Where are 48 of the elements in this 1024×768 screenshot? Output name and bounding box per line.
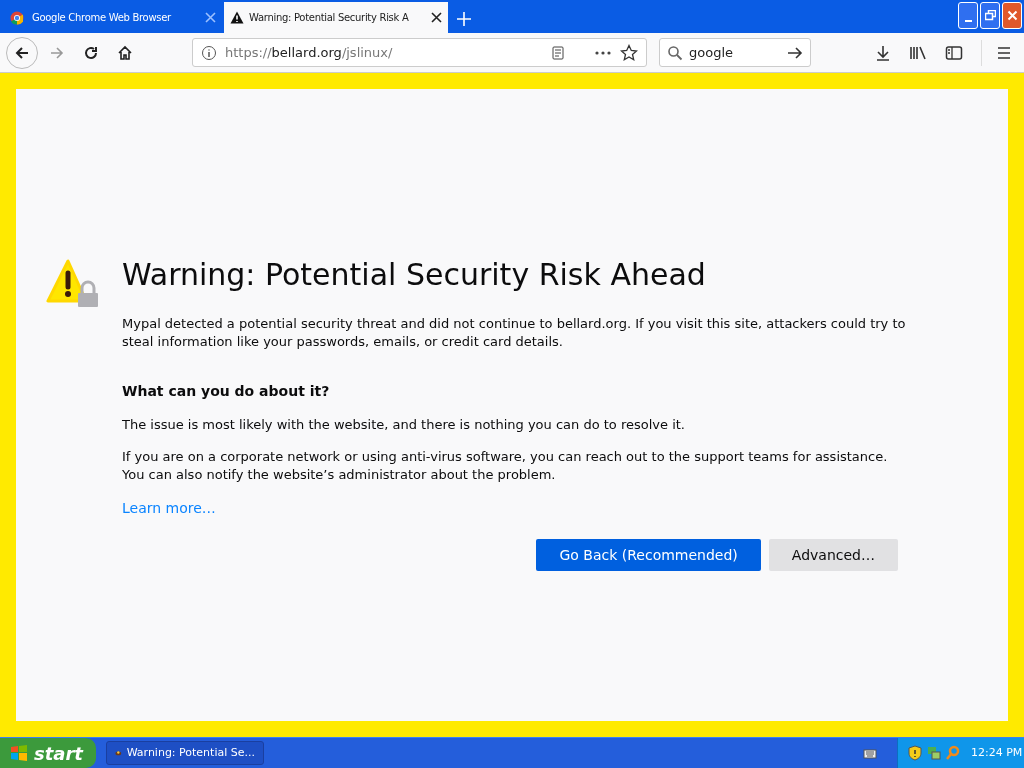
address-field[interactable]: https://bellard.org/jslinux/: [192, 38, 647, 67]
sidebar-icon[interactable]: [945, 44, 963, 61]
star-icon[interactable]: [620, 43, 638, 62]
network-icon[interactable]: [927, 745, 941, 761]
start-button[interactable]: start: [0, 738, 96, 768]
keyboard-icon[interactable]: [863, 747, 877, 759]
restore-icon: [984, 10, 996, 21]
shield-icon[interactable]: [908, 745, 922, 761]
tab-title: Warning: Potential Security Risk A: [249, 11, 410, 25]
close-tab-icon[interactable]: [431, 12, 442, 23]
chrome-logo-icon: [10, 10, 24, 25]
more-icon[interactable]: [594, 49, 612, 56]
start-label: start: [34, 741, 83, 766]
go-arrow-icon[interactable]: [787, 44, 803, 61]
back-arrow-icon: [14, 44, 30, 61]
taskbar-button-label: Warning: Potential Se...: [126, 744, 255, 761]
reload-icon: [83, 44, 99, 61]
new-tab-icon[interactable]: [456, 11, 472, 27]
warning-icon: [230, 11, 244, 24]
clock: 12:24 PM: [971, 744, 1023, 761]
url-text: https://bellard.org/jslinux/: [225, 43, 394, 62]
tab[interactable]: Warning: Potential Security Risk A: [224, 2, 448, 33]
taskbar-button[interactable]: Warning: Potential Se...: [106, 741, 264, 765]
minimize-button[interactable]: [958, 2, 978, 29]
learn-more-link[interactable]: Learn more…: [122, 498, 216, 519]
advanced-button[interactable]: Advanced…: [768, 539, 898, 571]
close-window-button[interactable]: [1002, 2, 1022, 29]
go-back-button[interactable]: Go Back (Recommended): [536, 539, 761, 571]
menu-icon[interactable]: [996, 45, 1012, 60]
download-icon[interactable]: [875, 44, 891, 61]
intro-paragraph: Mypal detected a potential security threat and did not continue to bellard.org. If you visit this site, attackers could try to steal information like your passwords, emails, or credit card details.: [122, 315, 907, 351]
home-icon: [117, 44, 133, 61]
windows-logo-icon: [10, 744, 28, 762]
restore-button[interactable]: [980, 2, 1000, 29]
tab-title: Google Chrome Web Browser: [32, 11, 172, 25]
search-field[interactable]: google: [659, 38, 811, 67]
close-icon: [1006, 10, 1018, 21]
library-icon[interactable]: [909, 44, 927, 61]
info-icon: [201, 44, 217, 61]
paragraph: If you are on a corporate network or using anti-virus software, you can reach out to the support teams for assistance. You can also notify the website’s administrator about the problem.: [122, 448, 889, 484]
forward-arrow-icon: [49, 44, 65, 61]
minimize-icon: [964, 19, 972, 22]
search-icon: [667, 44, 683, 61]
search-text: google: [689, 43, 735, 62]
paragraph: The issue is most likely with the website, and there is nothing you can do to resolve it.: [122, 416, 686, 434]
page-title: Warning: Potential Security Risk Ahead: [122, 256, 707, 294]
reader-view-icon[interactable]: [550, 44, 566, 61]
section-heading: What can you do about it?: [122, 382, 331, 401]
